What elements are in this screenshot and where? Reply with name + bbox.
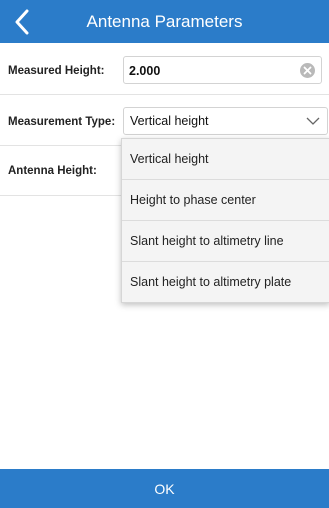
antenna-height-label: Antenna Height: (8, 165, 97, 177)
app-header: Antenna Parameters (0, 0, 329, 43)
dropdown-option-vertical-height[interactable]: Vertical height (122, 139, 329, 180)
measurement-type-dropdown: Vertical height Height to phase center S… (121, 138, 329, 303)
measured-height-input[interactable] (127, 57, 301, 85)
ok-button[interactable]: OK (0, 469, 329, 508)
measured-height-row: Measured Height: (0, 48, 329, 95)
clear-circle-icon (303, 66, 312, 75)
chevron-left-icon (15, 9, 29, 34)
dropdown-option-phase-center[interactable]: Height to phase center (122, 180, 329, 221)
measurement-type-select[interactable]: Vertical height (123, 107, 328, 135)
measurement-type-label: Measurement Type: (8, 116, 116, 128)
clear-button[interactable] (300, 63, 315, 78)
measurement-type-value: Vertical height (130, 114, 209, 128)
page-title: Antenna Parameters (86, 11, 243, 31)
measured-height-field[interactable] (123, 56, 322, 85)
back-button[interactable] (0, 0, 44, 43)
dropdown-option-slant-plate[interactable]: Slant height to altimetry plate (122, 262, 329, 302)
dropdown-option-slant-line[interactable]: Slant height to altimetry line (122, 221, 329, 262)
chevron-down-icon (306, 117, 320, 125)
measured-height-label: Measured Height: (8, 65, 105, 77)
